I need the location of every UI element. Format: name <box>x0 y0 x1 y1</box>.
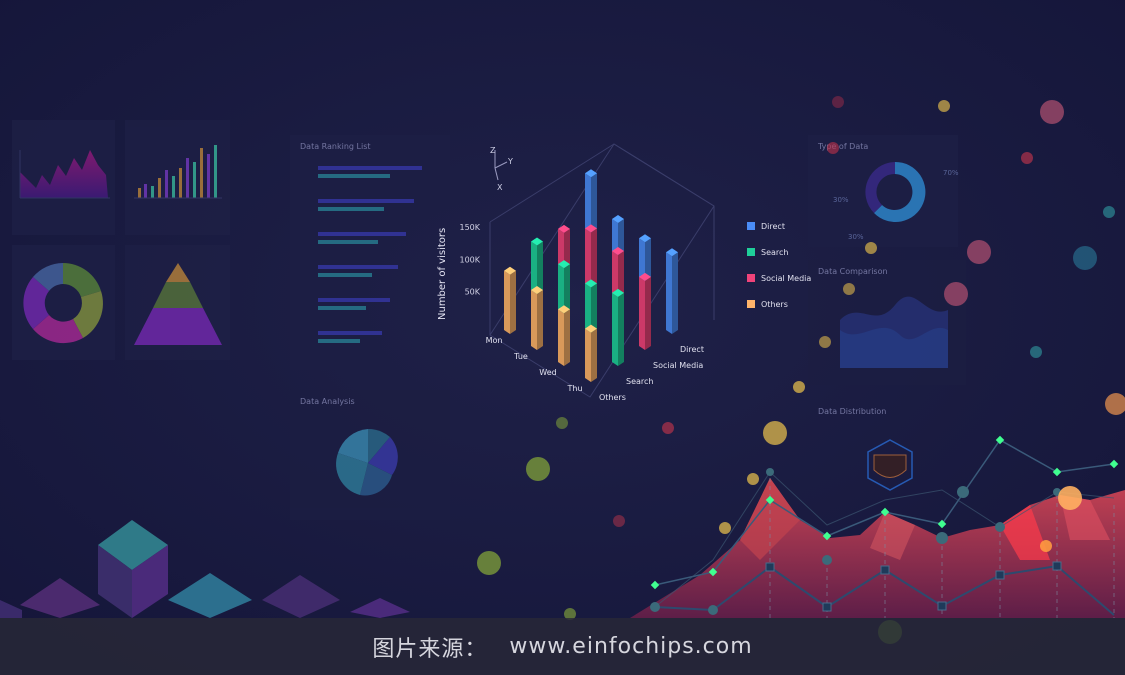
bar-face-left <box>558 309 564 366</box>
bar-face-right <box>510 270 516 334</box>
axis-letter-x: X <box>497 183 503 192</box>
bar-face-left <box>639 276 645 350</box>
bar-face-left <box>585 328 591 382</box>
type-title: Type of Data <box>817 142 868 151</box>
ranking-bar-primary <box>318 265 398 269</box>
type-pct-c: 30% <box>848 233 864 241</box>
ranking-bar-primary <box>318 298 390 302</box>
caption-source: www.einfochips.com <box>509 634 753 659</box>
bar-face-left <box>504 270 510 334</box>
category-label: Wed <box>539 368 556 377</box>
ranking-bar-secondary <box>318 240 378 244</box>
panel-data-analysis: Data Analysis <box>290 390 450 520</box>
bar-search <box>612 288 624 366</box>
bar-face-right <box>591 328 597 382</box>
ranking-bar-secondary <box>318 273 372 277</box>
bar-others <box>558 305 570 366</box>
legend-swatch <box>747 248 755 256</box>
axis-letter-y: Y <box>507 157 513 166</box>
legend-label: Search <box>761 248 788 257</box>
y-axis-label: Number of visitors <box>437 228 448 320</box>
type-pct-a: 70% <box>943 169 959 177</box>
comparison-title: Data Comparison <box>818 267 888 276</box>
bar-face-left <box>531 290 537 350</box>
category-label: Thu <box>566 384 582 393</box>
y-tick-label: 100K <box>459 255 480 264</box>
series-axis-label: Search <box>626 377 653 386</box>
panel-ranking-list: Data Ranking List <box>290 135 450 370</box>
ranking-bar-primary <box>318 331 382 335</box>
distribution-title: Data Distribution <box>818 407 886 416</box>
category-label: Mon <box>486 336 503 345</box>
axis-letter-z: Z <box>490 146 496 155</box>
ranking-bar-secondary <box>318 306 366 310</box>
bar-others <box>504 266 516 334</box>
bar-social-media <box>639 272 651 350</box>
analysis-title: Data Analysis <box>300 397 355 406</box>
ranking-bar-secondary <box>318 207 384 211</box>
dashboard-illustration: Data Ranking List Data Analysis Type of … <box>0 0 1125 675</box>
ranking-title: Data Ranking List <box>300 142 371 151</box>
ranking-bar-primary <box>318 232 406 236</box>
ranking-bar-primary <box>318 166 422 170</box>
category-label: Tue <box>513 352 528 361</box>
legend-swatch <box>747 274 755 282</box>
bar-others <box>531 286 543 350</box>
bar-face-right <box>564 309 570 366</box>
bar-face-left <box>666 252 672 334</box>
bar-face-right <box>618 292 624 366</box>
series-axis-label: Others <box>599 393 626 402</box>
legend-label: Social Media <box>761 274 811 283</box>
caption-prefix: 图片来源： <box>372 636 488 662</box>
ranking-bar-secondary <box>318 174 390 178</box>
bar-face-right <box>537 290 543 350</box>
bar-face-left <box>612 292 618 366</box>
series-axis-label: Direct <box>680 345 704 354</box>
legend-swatch <box>747 300 755 308</box>
series-axis-label: Social Media <box>653 361 703 370</box>
bar-face-right <box>645 276 651 350</box>
ranking-bar-secondary <box>318 339 360 343</box>
legend-label: Direct <box>761 222 785 231</box>
legend-label: Others <box>761 300 788 309</box>
distribution-shield <box>873 454 907 478</box>
bar-others <box>585 324 597 382</box>
legend-swatch <box>747 222 755 230</box>
y-tick-label: 50K <box>465 288 481 297</box>
caption-bar: 图片来源： www.einfochips.com <box>0 618 1125 675</box>
bar-direct <box>666 248 678 334</box>
type-pct-b: 30% <box>833 196 849 204</box>
ranking-bar-primary <box>318 199 414 203</box>
bar-face-right <box>672 252 678 334</box>
y-tick-label: 150K <box>459 223 480 232</box>
